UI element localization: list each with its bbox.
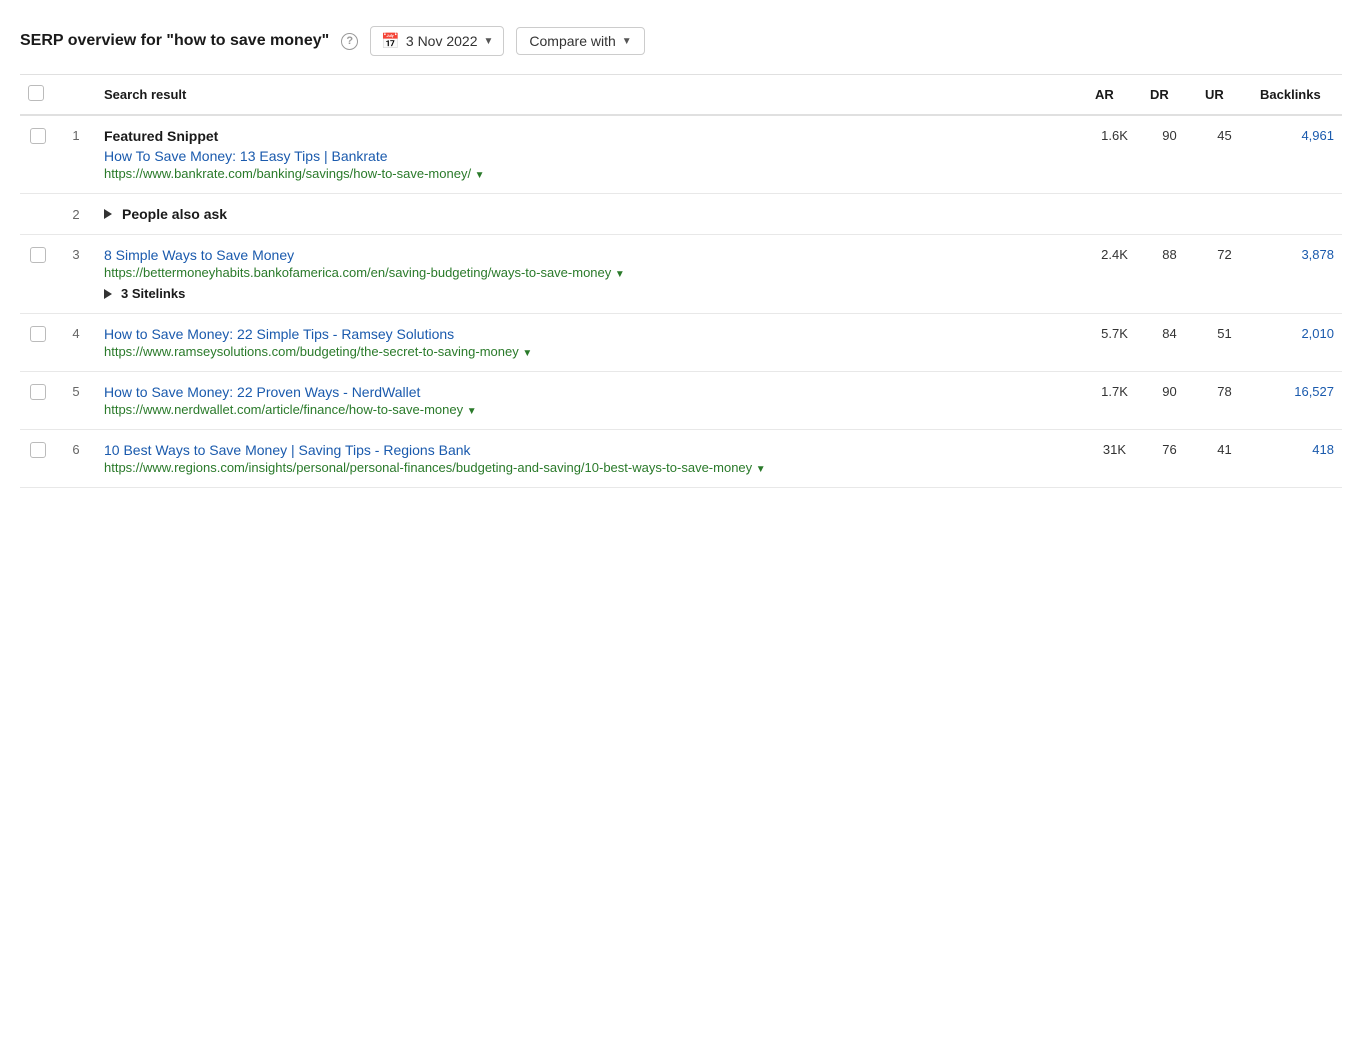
sitelinks-text: 3 Sitelinks xyxy=(121,286,185,301)
result-content-cell: 8 Simple Ways to Save Money https://bett… xyxy=(96,235,1087,314)
result-url: https://www.ramseysolutions.com/budgetin… xyxy=(104,344,1079,359)
search-result-column-header: Search result xyxy=(96,75,1087,115)
backlinks-cell[interactable]: 3,878 xyxy=(1252,235,1342,314)
url-dropdown-arrow[interactable]: ▼ xyxy=(615,269,625,280)
result-title-link[interactable]: How To Save Money: 13 Easy Tips | Bankra… xyxy=(104,148,1079,164)
row-checkbox[interactable] xyxy=(30,384,46,400)
ur-cell: 72 xyxy=(1197,235,1252,314)
url-dropdown-arrow[interactable]: ▼ xyxy=(756,464,766,475)
result-title-link[interactable]: 10 Best Ways to Save Money | Saving Tips… xyxy=(104,442,1079,458)
compare-chevron-icon: ▼ xyxy=(622,36,632,47)
ur-cell: 41 xyxy=(1197,430,1252,488)
select-all-checkbox[interactable] xyxy=(28,85,44,101)
position-column-header xyxy=(56,75,96,115)
dr-cell: 76 xyxy=(1142,430,1197,488)
ar-cell: 31K xyxy=(1087,430,1142,488)
position-cell: 3 xyxy=(56,235,96,314)
dr-cell: 90 xyxy=(1142,115,1197,194)
ur-cell: 45 xyxy=(1197,115,1252,194)
position-cell: 1 xyxy=(56,115,96,194)
table-row: 2 People also ask xyxy=(20,194,1342,235)
people-also-ask-cell: People also ask xyxy=(96,194,1342,235)
row-check-cell[interactable] xyxy=(20,314,56,372)
url-dropdown-arrow[interactable]: ▼ xyxy=(475,170,485,181)
date-label: 3 Nov 2022 xyxy=(406,33,478,49)
row-checkbox[interactable] xyxy=(30,247,46,263)
row-check-cell[interactable] xyxy=(20,430,56,488)
dr-cell: 84 xyxy=(1142,314,1197,372)
backlinks-cell[interactable]: 2,010 xyxy=(1252,314,1342,372)
row-checkbox[interactable] xyxy=(30,442,46,458)
row-check-cell[interactable] xyxy=(20,372,56,430)
result-content-cell: How to Save Money: 22 Simple Tips - Rams… xyxy=(96,314,1087,372)
backlinks-cell[interactable]: 418 xyxy=(1252,430,1342,488)
ur-column-header: UR xyxy=(1197,75,1252,115)
result-content-cell: Featured Snippet How To Save Money: 13 E… xyxy=(96,115,1087,194)
featured-snippet-label: Featured Snippet xyxy=(104,128,1079,144)
backlinks-column-header: Backlinks xyxy=(1252,75,1342,115)
calendar-icon: 📅 xyxy=(381,32,400,50)
serp-header: SERP overview for "how to save money" ? … xyxy=(20,16,1342,75)
position-cell: 5 xyxy=(56,372,96,430)
page-title: SERP overview for "how to save money" xyxy=(20,32,329,50)
compare-label: Compare with xyxy=(529,33,615,49)
table-row: 1 Featured Snippet How To Save Money: 13… xyxy=(20,115,1342,194)
result-title-link[interactable]: How to Save Money: 22 Proven Ways - Nerd… xyxy=(104,384,1079,400)
result-url: https://www.nerdwallet.com/article/finan… xyxy=(104,402,1079,417)
row-check-cell xyxy=(20,194,56,235)
result-url: https://www.bankrate.com/banking/savings… xyxy=(104,166,1079,181)
result-url: https://www.regions.com/insights/persona… xyxy=(104,460,1079,475)
people-also-ask-label: People also ask xyxy=(104,206,1334,222)
sitelinks-expand-icon[interactable] xyxy=(104,289,112,299)
date-chevron-icon: ▼ xyxy=(484,36,494,47)
select-all-checkbox-header[interactable] xyxy=(20,75,56,115)
position-cell: 6 xyxy=(56,430,96,488)
row-check-cell[interactable] xyxy=(20,115,56,194)
url-dropdown-arrow[interactable]: ▼ xyxy=(467,406,477,417)
ar-cell: 2.4K xyxy=(1087,235,1142,314)
ar-cell: 1.7K xyxy=(1087,372,1142,430)
ar-column-header: AR xyxy=(1087,75,1142,115)
sitelinks-label[interactable]: 3 Sitelinks xyxy=(104,286,1079,301)
dr-column-header: DR xyxy=(1142,75,1197,115)
compare-with-button[interactable]: Compare with ▼ xyxy=(516,27,644,55)
date-picker-button[interactable]: 📅 3 Nov 2022 ▼ xyxy=(370,26,504,56)
table-row: 3 8 Simple Ways to Save Money https://be… xyxy=(20,235,1342,314)
table-row: 4 How to Save Money: 22 Simple Tips - Ra… xyxy=(20,314,1342,372)
backlinks-cell[interactable]: 16,527 xyxy=(1252,372,1342,430)
help-icon[interactable]: ? xyxy=(341,33,358,50)
result-title-link[interactable]: 8 Simple Ways to Save Money xyxy=(104,247,1079,263)
position-cell: 4 xyxy=(56,314,96,372)
row-checkbox[interactable] xyxy=(30,326,46,342)
backlinks-cell[interactable]: 4,961 xyxy=(1252,115,1342,194)
ur-cell: 78 xyxy=(1197,372,1252,430)
url-dropdown-arrow[interactable]: ▼ xyxy=(522,348,532,359)
expand-icon[interactable] xyxy=(104,209,112,219)
table-row: 5 How to Save Money: 22 Proven Ways - Ne… xyxy=(20,372,1342,430)
ur-cell: 51 xyxy=(1197,314,1252,372)
dr-cell: 90 xyxy=(1142,372,1197,430)
result-content-cell: 10 Best Ways to Save Money | Saving Tips… xyxy=(96,430,1087,488)
position-cell: 2 xyxy=(56,194,96,235)
dr-cell: 88 xyxy=(1142,235,1197,314)
result-title-link[interactable]: How to Save Money: 22 Simple Tips - Rams… xyxy=(104,326,1079,342)
row-check-cell[interactable] xyxy=(20,235,56,314)
result-content-cell: How to Save Money: 22 Proven Ways - Nerd… xyxy=(96,372,1087,430)
ar-cell: 1.6K xyxy=(1087,115,1142,194)
table-row: 6 10 Best Ways to Save Money | Saving Ti… xyxy=(20,430,1342,488)
ar-cell: 5.7K xyxy=(1087,314,1142,372)
result-url: https://bettermoneyhabits.bankofamerica.… xyxy=(104,265,1079,280)
row-checkbox[interactable] xyxy=(30,128,46,144)
people-also-ask-text: People also ask xyxy=(122,206,227,222)
serp-results-table: Search result AR DR UR Backlinks 1 Featu… xyxy=(20,75,1342,488)
table-header-row: Search result AR DR UR Backlinks xyxy=(20,75,1342,115)
